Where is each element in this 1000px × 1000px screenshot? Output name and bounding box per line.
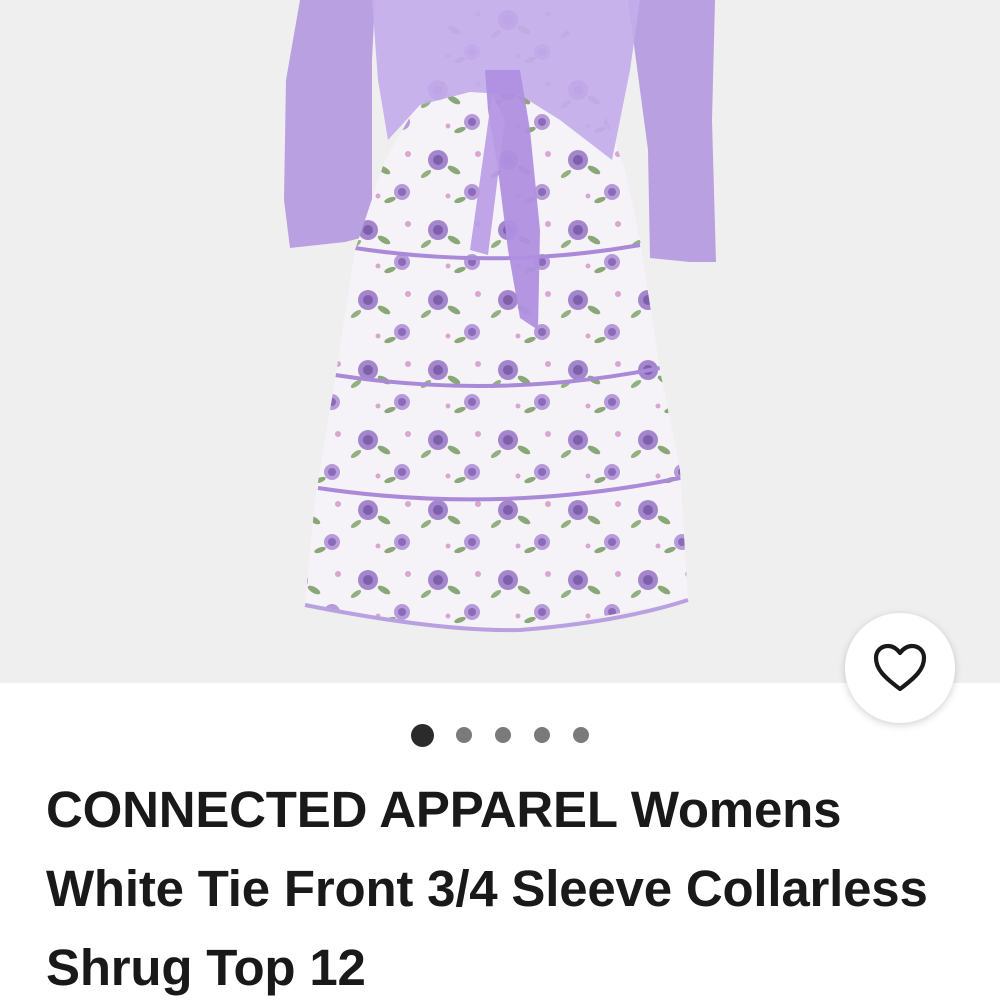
heart-outline-icon [873,643,927,692]
pagination-dot[interactable] [534,727,550,743]
item-title: CONNECTED APPAREL Womens White Tie Front… [46,781,928,996]
pagination-dot-active[interactable] [410,723,434,747]
image-gallery[interactable] [0,0,1000,683]
pagination-dot[interactable] [573,727,589,743]
pagination-dot[interactable] [456,727,472,743]
gallery-pagination [0,723,1000,747]
pagination-dot[interactable] [495,727,511,743]
favorite-button[interactable] [845,613,955,723]
product-photo[interactable] [0,0,1000,683]
